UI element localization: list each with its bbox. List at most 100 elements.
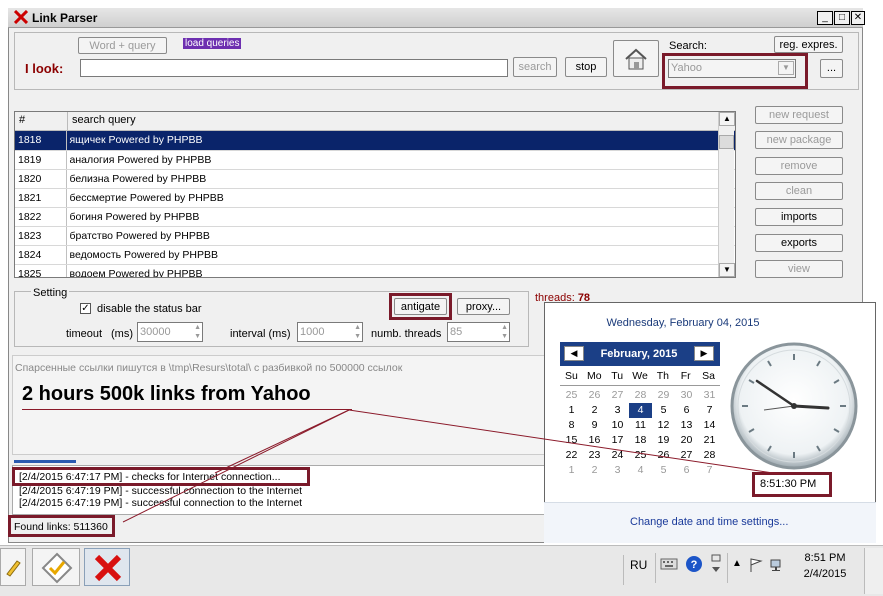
calendar-day[interactable]: 20	[675, 433, 698, 448]
column-header-num[interactable]: #	[15, 112, 68, 130]
new-package-button[interactable]: new package	[755, 131, 843, 149]
imports-button[interactable]: imports	[755, 208, 843, 226]
calendar-day[interactable]: 8	[560, 418, 583, 433]
calendar-day[interactable]: 27	[606, 388, 629, 403]
calendar-day[interactable]: 14	[698, 418, 721, 433]
close-button[interactable]: ✕	[851, 11, 865, 25]
show-hidden-icons-icon[interactable]: ▲	[732, 558, 742, 569]
home-button[interactable]	[613, 40, 659, 77]
scroll-up-icon[interactable]: ▲	[719, 112, 735, 126]
stepper-arrows-icon[interactable]: ▲ ▼	[194, 323, 201, 341]
load-queries-link[interactable]: load queries	[183, 38, 242, 49]
calendar-day[interactable]: 26	[652, 448, 675, 463]
column-header-query[interactable]: search query	[68, 112, 140, 130]
timeout-stepper[interactable]: 30000 ▲ ▼	[137, 322, 203, 342]
stop-button[interactable]: stop	[565, 57, 607, 77]
calendar-day[interactable]: 2	[583, 463, 606, 478]
search-engine-select[interactable]: Yahoo ▼	[668, 59, 796, 78]
table-row[interactable]: 1822 богиня Powered by PHPBB	[15, 207, 735, 227]
calendar-day[interactable]: 25	[560, 388, 583, 403]
calendar-day[interactable]: 18	[629, 433, 652, 448]
show-desktop-button[interactable]	[864, 548, 883, 594]
scroll-thumb[interactable]	[719, 135, 734, 149]
calendar-day[interactable]: 23	[583, 448, 606, 463]
table-row[interactable]: 1818 ящичек Powered by PHPBB	[15, 131, 735, 151]
table-row[interactable]: 1823 братство Powered by PHPBB	[15, 226, 735, 246]
calendar-day[interactable]: 15	[560, 433, 583, 448]
calendar-day[interactable]: 28	[629, 388, 652, 403]
table-scrollbar[interactable]: ▲ ▼	[718, 112, 735, 277]
prev-month-icon[interactable]: ◀	[564, 346, 584, 361]
calendar-day[interactable]: 1	[560, 463, 583, 478]
table-row[interactable]: 1821 бессмертие Powered by PHPBB	[15, 188, 735, 208]
minimize-button[interactable]: _	[817, 11, 833, 25]
interval-stepper[interactable]: 1000 ▲ ▼	[297, 322, 363, 342]
calendar-day[interactable]: 30	[675, 388, 698, 403]
calendar-day[interactable]: 19	[652, 433, 675, 448]
keyboard-icon[interactable]	[660, 556, 678, 572]
calendar-day[interactable]: 7	[698, 403, 721, 418]
new-request-button[interactable]: new request	[755, 106, 843, 124]
clean-button[interactable]: clean	[755, 182, 843, 200]
calendar-month-label[interactable]: February, 2015	[586, 348, 692, 360]
search-button[interactable]: search	[513, 57, 557, 77]
calendar-day[interactable]: 17	[606, 433, 629, 448]
calendar-day[interactable]: 12	[652, 418, 675, 433]
view-button[interactable]: view	[755, 260, 843, 278]
calendar-day[interactable]: 27	[675, 448, 698, 463]
title-bar[interactable]	[8, 8, 863, 28]
calendar-day[interactable]: 5	[652, 463, 675, 478]
table-row[interactable]: 1824 ведомость Powered by PHPBB	[15, 245, 735, 265]
calendar-day[interactable]: 29	[652, 388, 675, 403]
exports-button[interactable]: exports	[755, 234, 843, 252]
calendar-day[interactable]: 21	[698, 433, 721, 448]
table-row[interactable]: 1825 водоем Powered by PHPBB	[15, 264, 735, 277]
more-button[interactable]: ...	[820, 59, 843, 78]
calendar-day[interactable]: 9	[583, 418, 606, 433]
threads-stepper[interactable]: 85 ▲ ▼	[447, 322, 510, 342]
calendar-day[interactable]: 31	[698, 388, 721, 403]
query-input[interactable]	[80, 59, 508, 77]
stepper-arrows-icon[interactable]: ▲ ▼	[354, 323, 361, 341]
remove-button[interactable]: remove	[755, 157, 843, 175]
calendar-day[interactable]: 5	[652, 403, 675, 418]
regex-button[interactable]: reg. expres.	[774, 36, 843, 53]
taskbar-app-partial[interactable]	[0, 548, 26, 586]
language-indicator[interactable]: RU	[630, 558, 647, 572]
calendar-day[interactable]: 6	[675, 403, 698, 418]
action-center-flag-icon[interactable]	[748, 557, 764, 573]
proxy-button[interactable]: proxy...	[457, 298, 510, 315]
calendar-day[interactable]: 6	[675, 463, 698, 478]
taskbar-clock-date[interactable]: 2/4/2015	[799, 568, 851, 580]
taskbar-clock-time[interactable]: 8:51 PM	[802, 552, 848, 564]
calendar-day[interactable]: 4	[629, 463, 652, 478]
stepper-arrows-icon[interactable]: ▲ ▼	[501, 323, 508, 341]
status-bar-checkbox[interactable]: ✓	[80, 303, 91, 314]
calendar-day[interactable]: 22	[560, 448, 583, 463]
help-icon[interactable]: ?	[685, 555, 703, 573]
next-month-icon[interactable]: ▶	[694, 346, 714, 361]
calendar-day[interactable]: 10	[606, 418, 629, 433]
calendar-long-date[interactable]: Wednesday, February 04, 2015	[544, 317, 822, 329]
calendar-day[interactable]: 26	[583, 388, 606, 403]
antigate-button[interactable]: antigate	[394, 298, 447, 315]
calendar-day[interactable]: 1	[560, 403, 583, 418]
calendar-day[interactable]: 24	[606, 448, 629, 463]
table-row[interactable]: 1819 аналогия Powered by PHPBB	[15, 150, 735, 170]
calendar-day[interactable]: 13	[675, 418, 698, 433]
taskbar-app-link-parser[interactable]	[84, 548, 130, 586]
taskbar-app-sticky[interactable]	[32, 548, 80, 586]
calendar-day[interactable]: 25	[629, 448, 652, 463]
calendar-day[interactable]: 7	[698, 463, 721, 478]
calendar-day[interactable]: 3	[606, 463, 629, 478]
network-icon[interactable]	[769, 557, 785, 573]
tray-scroll-icon[interactable]	[710, 553, 722, 575]
word-query-button[interactable]: Word + query	[78, 37, 167, 54]
calendar-day[interactable]: 11	[629, 418, 652, 433]
calendar-day[interactable]: 2	[583, 403, 606, 418]
calendar-day[interactable]: 28	[698, 448, 721, 463]
maximize-button[interactable]: □	[834, 11, 850, 25]
calendar-day[interactable]: 4	[628, 402, 653, 419]
scroll-down-icon[interactable]: ▼	[719, 263, 735, 277]
calendar-day[interactable]: 16	[583, 433, 606, 448]
